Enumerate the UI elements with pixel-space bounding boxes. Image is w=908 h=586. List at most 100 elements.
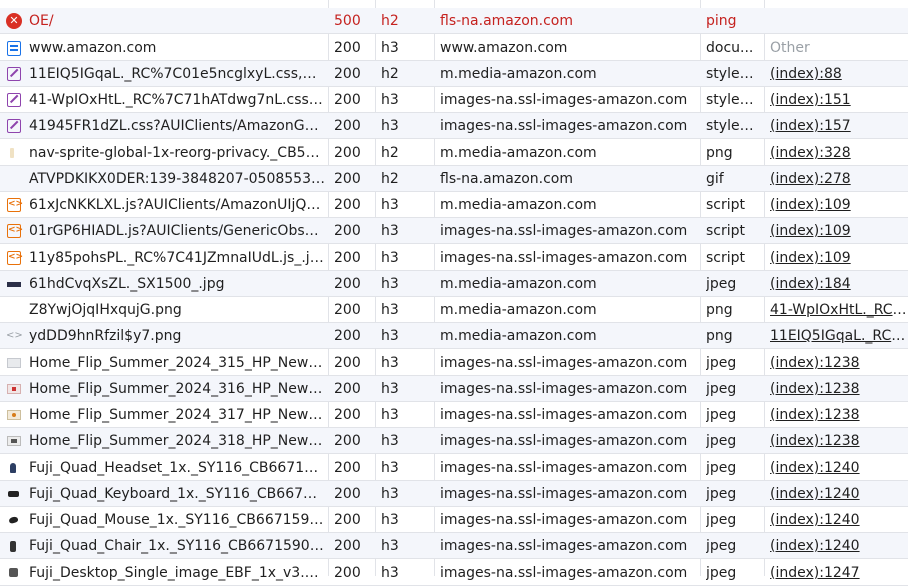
document-icon [7, 41, 21, 56]
request-protocol: h3 [381, 381, 399, 397]
request-domain: images-na.ssl-images-amazon.com [440, 223, 688, 239]
request-domain: images-na.ssl-images-amazon.com [440, 250, 688, 266]
table-row[interactable]: ATVPDKIKX0DER:139-3848207-0508553:SY... 2… [0, 166, 908, 192]
request-protocol: h3 [381, 328, 399, 344]
stylesheet-icon [7, 93, 21, 107]
request-status: 500 [334, 13, 361, 29]
request-type: ping [706, 13, 737, 29]
table-row[interactable]: 41-WpIOxHtL._RC%7C71hATdwg7nL.css,51... 2… [0, 87, 908, 113]
request-name: 61xJcNKKLXL.js?AUIClients/AmazonUIjQuery [29, 197, 325, 213]
table-row[interactable]: Fuji_Quad_Headset_1x._SY116_CB6671590...… [0, 455, 908, 481]
table-row[interactable]: www.amazon.com 200 h3 www.amazon.com docu...… [0, 35, 908, 61]
request-initiator[interactable]: (index):328 [770, 140, 908, 166]
request-protocol: h3 [381, 565, 399, 581]
table-row[interactable]: Z8YwjOjqIHxqujG.png 200 h3 m.media-amazon.c… [0, 297, 908, 323]
request-domain: m.media-amazon.com [440, 276, 597, 292]
request-initiator: Other [770, 40, 810, 56]
request-initiator[interactable]: (index):109 [770, 218, 908, 244]
request-name: 41945FR1dZL.css?AUIClients/AmazonGate... [29, 118, 325, 134]
request-domain: fls-na.amazon.com [440, 13, 573, 29]
request-initiator[interactable]: (index):1240 [770, 455, 908, 481]
request-type: jpeg [706, 433, 737, 449]
stylesheet-icon [7, 67, 21, 81]
request-type: script [706, 250, 746, 266]
request-initiator[interactable]: (index):1240 [770, 533, 908, 559]
table-row[interactable]: 41945FR1dZL.css?AUIClients/AmazonGate...… [0, 113, 908, 139]
table-row[interactable]: ✕ OE/500 h2 fls-na.amazon.com ping [0, 8, 908, 34]
request-domain: m.media-amazon.com [440, 66, 597, 82]
table-row[interactable]: 11EIQ5IGqaL._RC%7C01e5ncglxyL.css,01IF..… [0, 61, 908, 87]
request-initiator[interactable]: (index):1238 [770, 402, 908, 428]
request-initiator[interactable]: 11EIQ5IGqaL._RC%7C [770, 323, 908, 349]
request-type: jpeg [706, 565, 737, 581]
request-domain: images-na.ssl-images-amazon.com [440, 565, 688, 581]
image-thumbnail-grey-icon [7, 436, 21, 446]
table-row[interactable]: <> 11y85pohsPL._RC%7C41JZmnaIUdL.js_.js?A… [0, 245, 908, 271]
blank-icon [6, 171, 22, 187]
table-row[interactable]: Home_Flip_Summer_2024_315_HP_NewArr... 20… [0, 350, 908, 376]
request-name: Home_Flip_Summer_2024_315_HP_NewArr... [29, 355, 325, 371]
request-status: 200 [334, 565, 361, 581]
request-domain: fls-na.amazon.com [440, 171, 573, 187]
request-status: 200 [334, 118, 361, 134]
request-name: Home_Flip_Summer_2024_317_HP_NewArr... [29, 407, 325, 423]
table-row[interactable]: Home_Flip_Summer_2024_317_HP_NewArr... 20… [0, 402, 908, 428]
request-type: png [706, 328, 733, 344]
request-type: png [706, 145, 733, 161]
table-row[interactable]: Fuji_Quad_Keyboard_1x._SY116_CB667159...… [0, 481, 908, 507]
request-status: 200 [334, 328, 361, 344]
request-protocol: h3 [381, 276, 399, 292]
request-status: 200 [334, 276, 361, 292]
request-initiator[interactable]: (index):1240 [770, 481, 908, 507]
request-name: Home_Flip_Summer_2024_316_HP_NewArr... [29, 381, 325, 397]
request-initiator[interactable]: (index):151 [770, 87, 908, 113]
request-initiator[interactable]: (index):157 [770, 113, 908, 139]
request-initiator[interactable]: (index):109 [770, 192, 908, 218]
table-row[interactable]: <> ydDD9hnRfzil$y7.png 200 h3 m.media-amazon… [0, 323, 908, 349]
request-initiator [770, 8, 908, 34]
request-initiator[interactable]: (index):88 [770, 61, 908, 87]
request-protocol: h3 [381, 302, 399, 318]
image-thumbnail-red-icon [7, 384, 21, 394]
request-initiator[interactable]: (index):184 [770, 271, 908, 297]
request-name: 01rGP6HIADL.js?AUIClients/GenericObserv.… [29, 223, 325, 239]
request-status: 200 [334, 250, 361, 266]
table-row[interactable]: Fuji_Quad_Chair_1x._SY116_CB667159060_..… [0, 533, 908, 559]
table-row[interactable]: 61hdCvqXsZL._SX1500_.jpg 200 h3 m.media-ama… [0, 271, 908, 297]
request-status: 200 [334, 486, 361, 502]
request-initiator[interactable]: (index):278 [770, 166, 908, 192]
request-name: Home_Flip_Summer_2024_318_HP_NewArr... [29, 433, 325, 449]
headset-thumbnail-icon [10, 463, 16, 473]
request-status: 200 [334, 381, 361, 397]
request-type: jpeg [706, 355, 737, 371]
table-row[interactable]: Home_Flip_Summer_2024_318_HP_NewArr... 20… [0, 428, 908, 454]
svg-code-icon: <> [6, 330, 23, 341]
request-initiator[interactable]: (index):109 [770, 245, 908, 271]
table-row[interactable]: Fuji_Desktop_Single_image_EBF_1x_v3._SY.… [0, 560, 908, 586]
banner-thumbnail-icon [7, 282, 21, 287]
request-initiator[interactable]: 41-WpIOxHtL._RC%7 [770, 297, 908, 323]
request-type: jpeg [706, 407, 737, 423]
request-type: jpeg [706, 538, 737, 554]
request-initiator[interactable]: (index):1247 [770, 560, 908, 586]
table-row[interactable]: nav-sprite-global-1x-reorg-privacy._CB58… [0, 140, 908, 166]
request-initiator[interactable]: (index):1240 [770, 507, 908, 533]
table-row[interactable]: <> 01rGP6HIADL.js?AUIClients/GenericObser… [0, 218, 908, 244]
table-row[interactable]: <> 61xJcNKKLXL.js?AUIClients/AmazonUIjQue… [0, 192, 908, 218]
request-type: styles... [706, 92, 760, 108]
request-status: 200 [334, 223, 361, 239]
table-row[interactable]: Home_Flip_Summer_2024_316_HP_NewArr... 20… [0, 376, 908, 402]
request-status: 200 [334, 197, 361, 213]
request-initiator[interactable]: (index):1238 [770, 350, 908, 376]
error-icon: ✕ [6, 13, 22, 29]
request-initiator[interactable]: (index):1238 [770, 376, 908, 402]
request-protocol: h3 [381, 486, 399, 502]
request-protocol: h2 [381, 145, 399, 161]
request-protocol: h3 [381, 223, 399, 239]
request-initiator[interactable]: (index):1238 [770, 428, 908, 454]
script-icon: <> [7, 198, 23, 212]
request-protocol: h2 [381, 171, 399, 187]
request-protocol: h3 [381, 92, 399, 108]
request-domain: images-na.ssl-images-amazon.com [440, 118, 688, 134]
table-row[interactable]: Fuji_Quad_Mouse_1x._SY116_CB66715906... 2… [0, 507, 908, 533]
